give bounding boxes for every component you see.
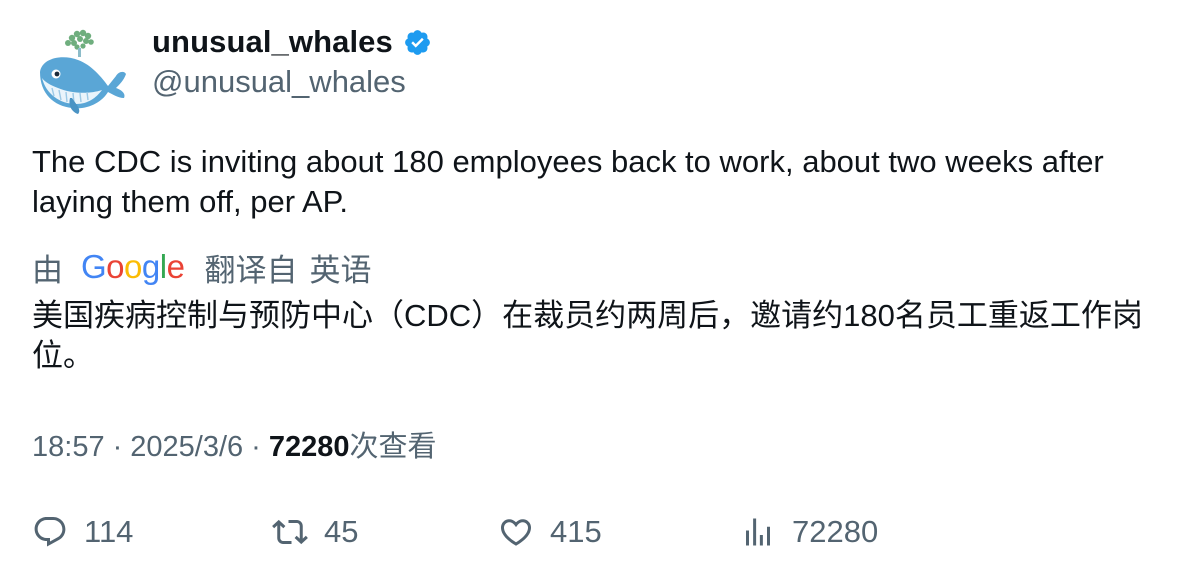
translation-by-label: 由 [32,252,63,288]
google-logo: Google [81,248,185,285]
translation-from-label: 翻译自 [204,252,298,288]
reply-button[interactable]: 114 [32,508,133,556]
tweet-actions: 114 45 415 72280 [32,508,1172,556]
user-avatar[interactable] [32,24,128,120]
meta-separator: · [112,431,123,463]
translation-attribution: 由 Google 翻译自 英语 [32,246,371,288]
meta-separator: · [251,431,261,463]
like-count: 415 [550,514,602,549]
translated-tweet-text: 美国疾病控制与预防中心（CDC）在裁员约两周后，邀请约180名员工重返工作岗位。 [32,298,1143,373]
views-label[interactable]: 次查看 [349,423,436,465]
name-row: unusual_whales [152,22,432,62]
verified-badge-icon[interactable] [403,28,432,57]
retweet-button[interactable]: 45 [272,508,358,556]
reply-count: 114 [84,514,134,549]
display-name[interactable]: unusual_whales [152,24,393,60]
user-handle[interactable]: @unusual_whales [152,62,432,102]
tweet-meta: 18:57 · 2025/3/6 · 72280 次查看 [32,423,436,463]
tweet-time[interactable]: 18:57 [32,431,105,464]
whale-avatar-icon [40,29,126,114]
like-button[interactable]: 415 [498,508,602,556]
retweet-icon [272,519,308,545]
tweet-text: The CDC is inviting about 180 employees … [32,144,1104,219]
views-count[interactable]: 72280 [269,431,350,464]
tweet-card: unusual_whales @unusual_whales The CDC i… [0,0,1196,578]
reply-icon [34,517,66,547]
views-button[interactable]: 72280 [740,508,878,556]
views-action-count: 72280 [792,514,879,549]
user-info: unusual_whales @unusual_whales [152,22,432,102]
views-chart-icon [746,518,770,546]
heart-icon [500,519,532,546]
translation-language: 英语 [309,252,372,288]
tweet-date[interactable]: 2025/3/6 [130,431,243,464]
retweet-count: 45 [324,514,359,549]
